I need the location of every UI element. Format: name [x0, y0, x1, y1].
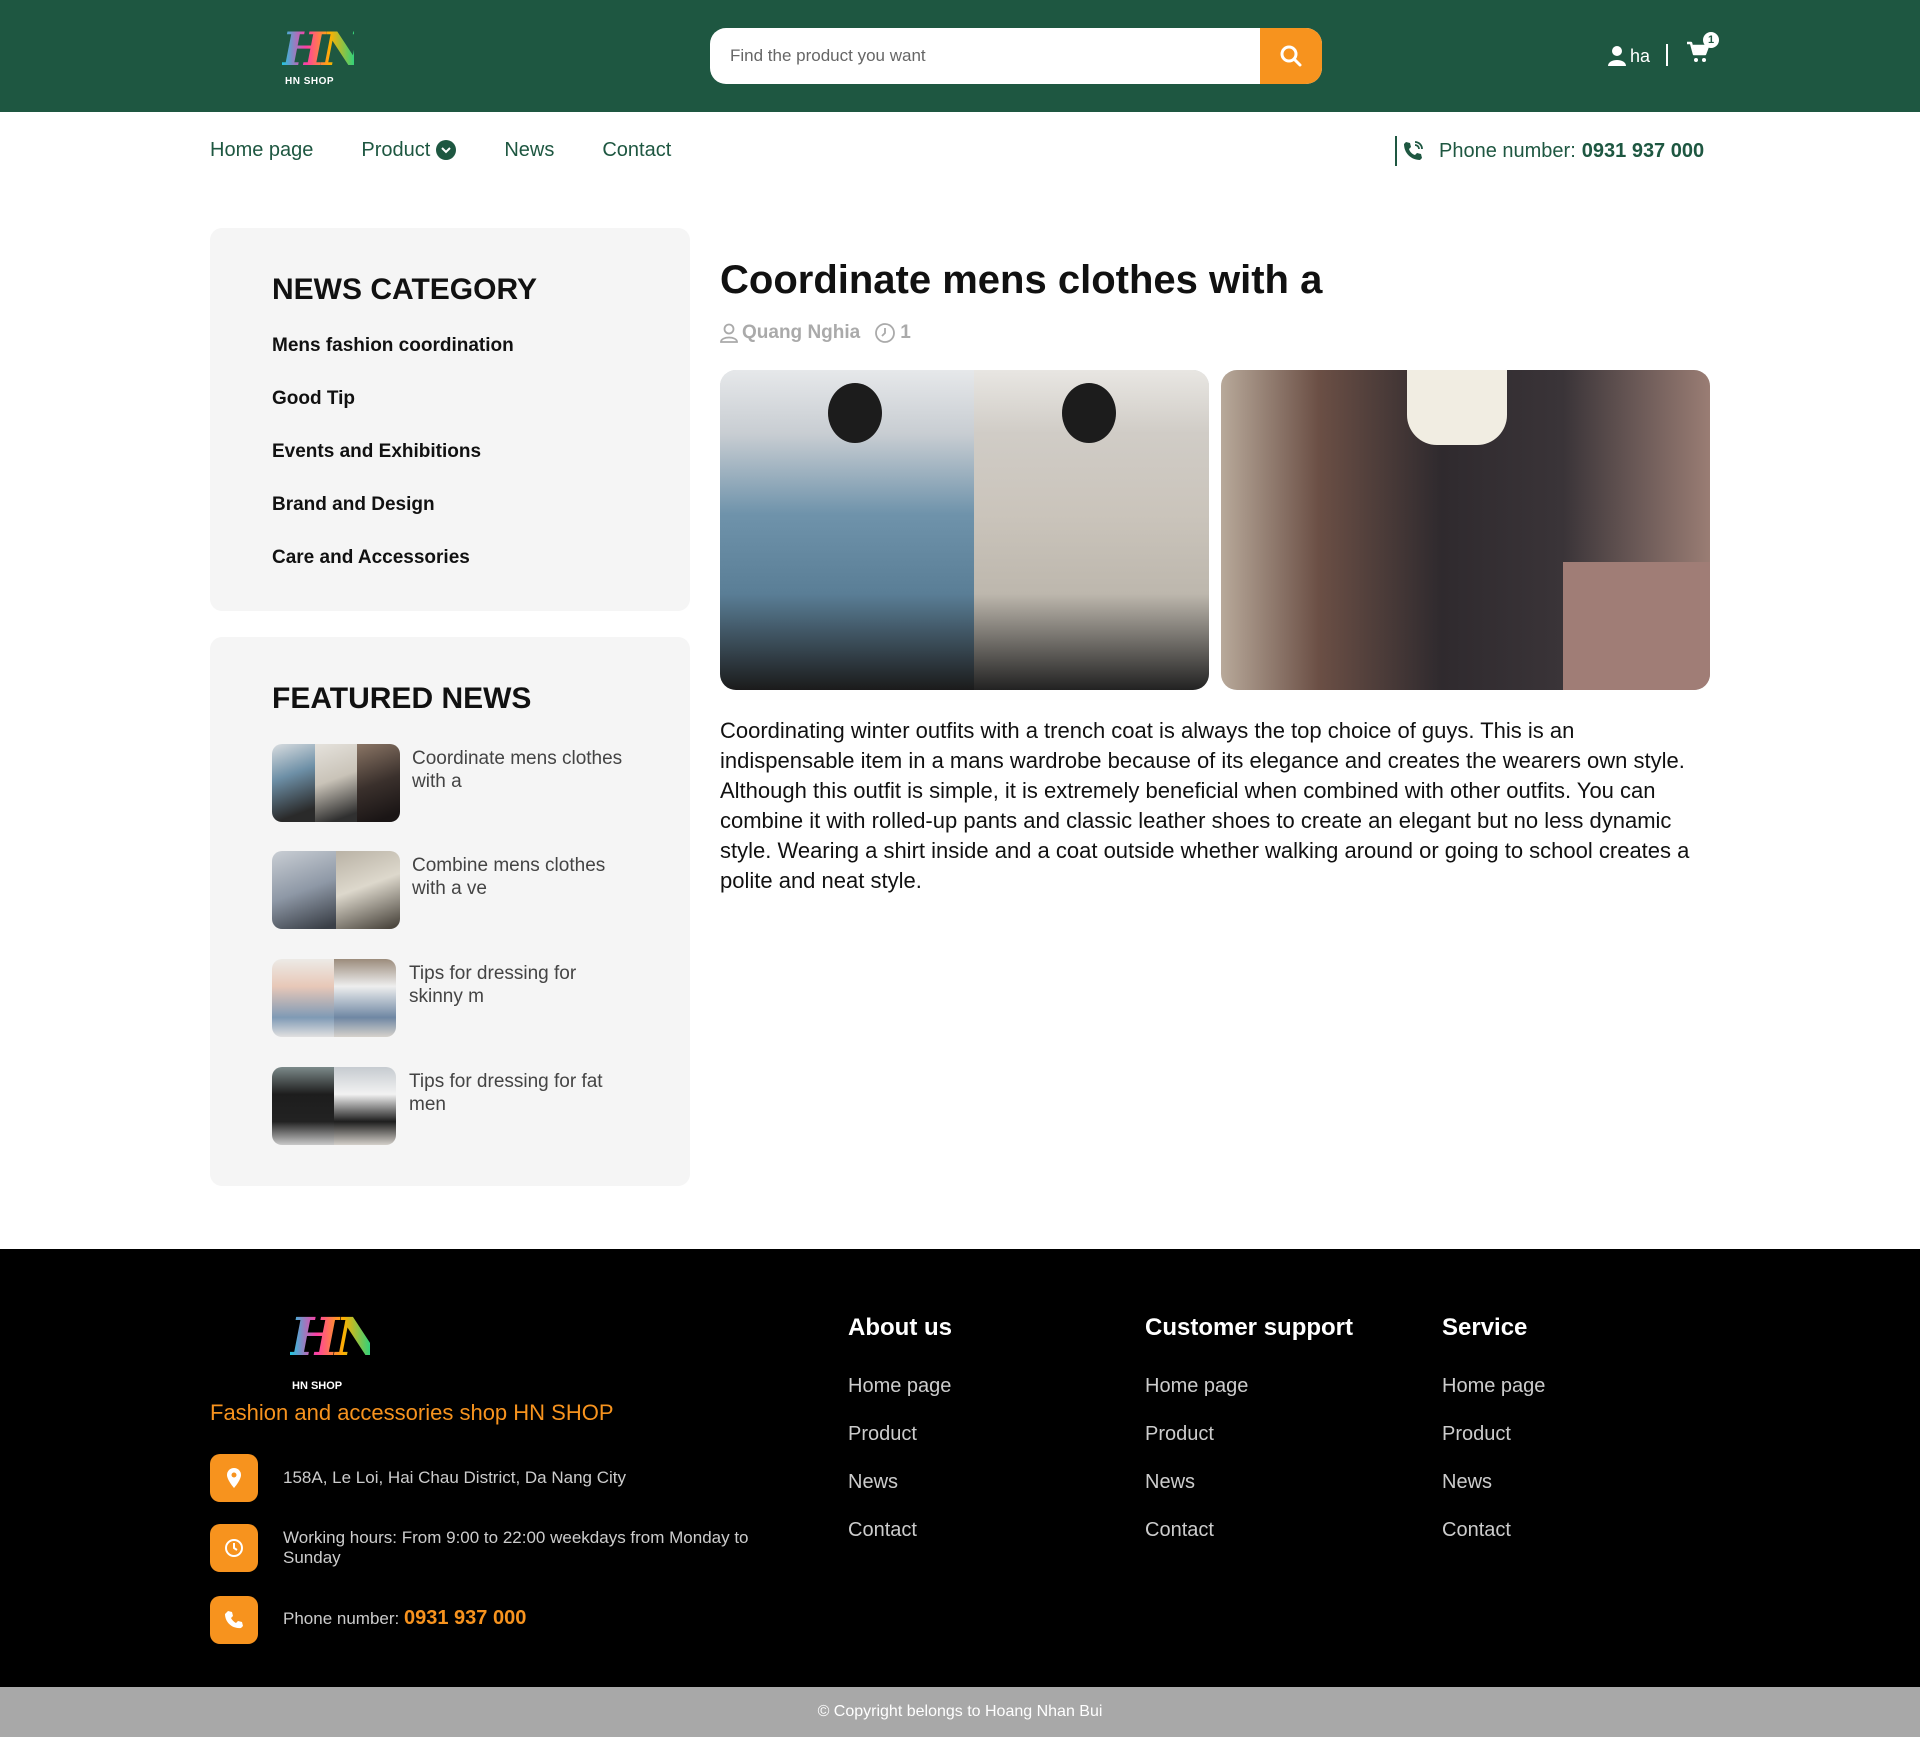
phone-number[interactable]: 0931 937 000 — [1582, 140, 1704, 163]
nav-contact[interactable]: Contact — [602, 139, 671, 162]
footer-hours: Working hours: From 9:00 to 22:00 weekda… — [283, 1528, 749, 1567]
footer-link[interactable]: Home page — [1145, 1375, 1248, 1398]
phone-icon — [225, 1611, 243, 1629]
phone-divider — [1395, 136, 1397, 166]
user-icon — [1608, 46, 1626, 66]
featured-thumbnail[interactable] — [272, 1067, 396, 1145]
footer-link[interactable]: News — [1442, 1471, 1492, 1494]
location-pin-icon — [227, 1468, 241, 1488]
hero-image-left — [720, 370, 1209, 690]
article-body: Coordinating winter outfits with a trenc… — [720, 718, 1690, 893]
main-nav: Home page Product News Contact — [210, 138, 719, 162]
nav-home-label: Home page — [210, 138, 314, 161]
footer-logo-mark: HN — [290, 1307, 383, 1368]
phone-ring-icon — [1404, 141, 1423, 160]
nav-contact-label: Contact — [602, 138, 672, 161]
featured-thumbnail[interactable] — [272, 744, 400, 822]
footer-link[interactable]: Product — [1442, 1423, 1511, 1446]
search-bar — [710, 28, 1322, 84]
search-icon — [1280, 45, 1302, 67]
featured-thumbnail[interactable] — [272, 851, 400, 929]
footer-phone: Phone number: 0931 937 000 — [283, 1608, 783, 1629]
category-item[interactable]: Brand and Design — [272, 494, 435, 516]
footer-link[interactable]: Home page — [1442, 1375, 1545, 1398]
category-item[interactable]: Good Tip — [272, 388, 355, 410]
search-input[interactable] — [710, 28, 1260, 84]
featured-title[interactable]: Tips for dressing for skinny m — [409, 962, 629, 1008]
footer-tagline: Fashion and accessories shop HN SHOP — [210, 1400, 614, 1425]
featured-title[interactable]: Combine mens clothes with a ve — [412, 854, 632, 900]
news-category-card: NEWS CATEGORY Mens fashion coordination … — [210, 228, 690, 611]
nav-product-label: Product — [361, 138, 431, 161]
featured-thumbnail[interactable] — [272, 959, 396, 1037]
footer-logo[interactable]: HN HN SHOP — [290, 1307, 383, 1396]
nav-home[interactable]: Home page — [210, 139, 313, 162]
news-category-heading: NEWS CATEGORY — [272, 273, 538, 306]
phone-label: Phone number: — [1439, 139, 1576, 162]
footer-link[interactable]: Contact — [1145, 1519, 1214, 1542]
featured-title[interactable]: Coordinate mens clothes with a — [412, 747, 632, 793]
copyright-bar: © Copyright belongs to Hoang Nhan Bui — [0, 1687, 1920, 1737]
username: ha — [1630, 45, 1651, 66]
footer-col-heading: About us — [848, 1314, 952, 1341]
logo-subtitle: HN SHOP — [285, 76, 335, 87]
footer-link[interactable]: Contact — [848, 1519, 917, 1542]
user-account[interactable]: ha — [1608, 42, 1650, 70]
footer-link[interactable]: News — [1145, 1471, 1195, 1494]
article-views: 1 — [900, 322, 911, 343]
footer-link[interactable]: News — [848, 1471, 898, 1494]
search-button[interactable] — [1260, 28, 1322, 84]
featured-news-heading: FEATURED NEWS — [272, 682, 532, 715]
clock-icon — [225, 1539, 243, 1557]
clock-icon — [875, 323, 896, 343]
footer-link[interactable]: Contact — [1442, 1519, 1511, 1542]
cart-count-badge: 1 — [1703, 32, 1719, 48]
article-author[interactable]: Quang Nghia — [742, 322, 860, 344]
footer-col-heading: Service — [1442, 1314, 1528, 1341]
footer-address: 158A, Le Loi, Hai Chau District, Da Nang… — [283, 1468, 626, 1487]
nav-news-label: News — [504, 138, 555, 161]
footer-link[interactable]: Home page — [848, 1375, 951, 1398]
clock-icon-box — [210, 1524, 258, 1572]
nav-product[interactable]: Product — [361, 138, 457, 162]
cart-button[interactable]: 1 — [1686, 32, 1719, 70]
header-phone: Phone number: 0931 937 000 — [1395, 136, 1704, 166]
featured-news-card: FEATURED NEWS Coordinate mens clothes wi… — [210, 637, 690, 1186]
category-item[interactable]: Care and Accessories — [272, 547, 470, 569]
chevron-down-icon — [436, 140, 457, 160]
logo-mark: HN — [282, 22, 364, 76]
header-divider — [1666, 44, 1668, 66]
footer-logo-subtitle: HN SHOP — [292, 1380, 343, 1392]
category-item[interactable]: Events and Exhibitions — [272, 441, 481, 463]
featured-title[interactable]: Tips for dressing for fat men — [409, 1070, 629, 1116]
footer-link[interactable]: Product — [848, 1423, 917, 1446]
article-meta: Quang Nghia 1 — [720, 320, 911, 346]
phone-icon-box — [210, 1596, 258, 1644]
location-icon-box — [210, 1454, 258, 1502]
footer-phone-label: Phone number: — [283, 1609, 400, 1628]
footer-col-heading: Customer support — [1145, 1314, 1354, 1341]
hero-image-right — [1221, 370, 1710, 690]
shop-logo[interactable]: HN HN SHOP — [282, 22, 364, 88]
footer-phone-number[interactable]: 0931 937 000 — [404, 1607, 526, 1629]
article-hero-image — [720, 370, 1710, 690]
nav-news[interactable]: News — [504, 139, 554, 162]
footer-link[interactable]: Product — [1145, 1423, 1214, 1446]
category-item[interactable]: Mens fashion coordination — [272, 335, 514, 357]
user-outline-icon — [720, 323, 738, 343]
article-title: Coordinate mens clothes with a — [720, 258, 1323, 302]
top-header: HN HN SHOP ha 1 — [0, 0, 1920, 112]
